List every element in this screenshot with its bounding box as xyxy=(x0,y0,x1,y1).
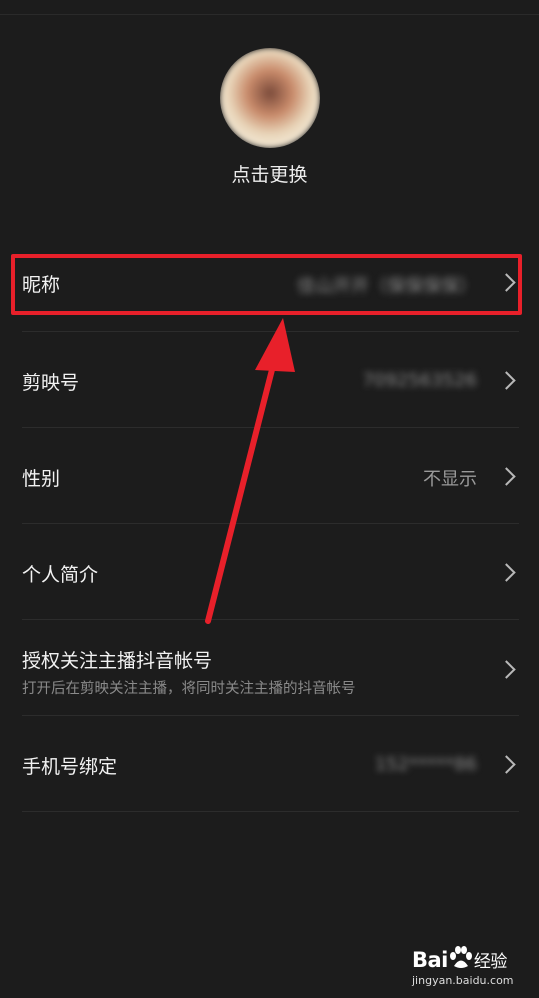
avatar-image xyxy=(220,48,320,148)
capcut-id-value: 7092563526 xyxy=(362,370,477,391)
nickname-value: 佳山开开（保保保保） xyxy=(297,276,477,297)
row-divider xyxy=(22,811,519,812)
avatar[interactable] xyxy=(220,48,320,148)
phone-binding-row[interactable]: 手机号绑定 152*****86 xyxy=(0,740,539,788)
chevron-right-icon xyxy=(497,371,516,390)
baidu-jingyan-watermark: Bai 经验 jingyan.baidu.com xyxy=(412,940,522,990)
authorize-follow-row[interactable]: 授权关注主播抖音帐号 打开后在剪映关注主播，将同时关注主播的抖音帐号 xyxy=(0,640,539,706)
phone-binding-label: 手机号绑定 xyxy=(22,756,118,778)
chevron-right-icon xyxy=(497,273,516,292)
bio-label: 个人简介 xyxy=(22,564,99,586)
row-divider xyxy=(22,523,519,524)
row-divider xyxy=(22,715,519,716)
bio-row[interactable]: 个人简介 xyxy=(0,548,539,596)
nickname-label: 昵称 xyxy=(22,274,61,296)
row-divider xyxy=(22,331,519,332)
top-divider xyxy=(0,14,539,15)
gender-value: 不显示 xyxy=(423,469,477,490)
change-avatar-label[interactable]: 点击更换 xyxy=(0,160,539,187)
watermark-url: jingyan.baidu.com xyxy=(412,974,514,987)
row-divider xyxy=(22,619,519,620)
phone-number-value: 152*****86 xyxy=(374,754,477,775)
watermark-brand: Bai 经验 xyxy=(412,946,507,972)
paw-icon xyxy=(449,946,472,968)
nickname-row[interactable]: 昵称 佳山开开（保保保保） xyxy=(0,258,539,306)
chevron-right-icon xyxy=(497,563,516,582)
gender-label: 性别 xyxy=(22,468,61,490)
capcut-id-row[interactable]: 剪映号 7092563526 xyxy=(0,356,539,404)
authorize-follow-label: 授权关注主播抖音帐号 xyxy=(22,650,213,672)
capcut-id-label: 剪映号 xyxy=(22,372,80,394)
chevron-right-icon xyxy=(497,660,516,679)
authorize-follow-description: 打开后在剪映关注主播，将同时关注主播的抖音帐号 xyxy=(22,681,356,697)
gender-row[interactable]: 性别 不显示 xyxy=(0,452,539,500)
chevron-right-icon xyxy=(497,467,516,486)
row-divider xyxy=(22,427,519,428)
chevron-right-icon xyxy=(497,755,516,774)
